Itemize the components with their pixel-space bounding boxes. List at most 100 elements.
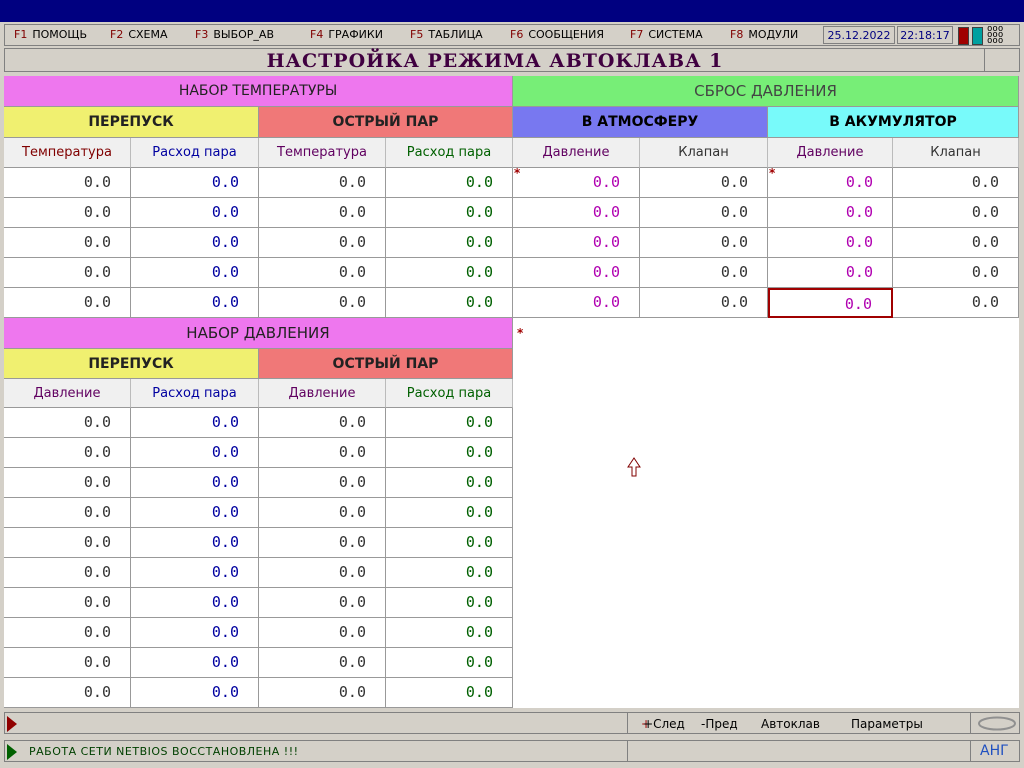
value-cell[interactable]: 0.0 — [259, 558, 386, 588]
value-cell[interactable]: 0.0 — [640, 288, 768, 318]
disk-icon[interactable] — [977, 716, 1017, 731]
value-cell[interactable]: 0.0 — [513, 198, 640, 228]
status-dots-icon: ooo ooo ooo — [987, 24, 1004, 46]
next-button[interactable]: ++След — [641, 717, 685, 731]
value-cell[interactable]: 0.0 — [4, 588, 131, 618]
value-cell[interactable]: 0.0 — [768, 228, 893, 258]
value-cell[interactable]: 0.0 — [768, 168, 893, 198]
value-cell[interactable]: 0.0 — [386, 228, 513, 258]
value-cell[interactable]: 0.0 — [4, 528, 131, 558]
value-cell[interactable]: 0.0 — [259, 588, 386, 618]
value-cell[interactable]: 0.0 — [513, 288, 640, 318]
value-cell[interactable]: 0.0 — [386, 498, 513, 528]
value-cell[interactable]: 0.0 — [640, 198, 768, 228]
value-cell[interactable]: 0.0 — [259, 438, 386, 468]
value-cell[interactable]: 0.0 — [386, 588, 513, 618]
value-cell[interactable]: 0.0 — [386, 648, 513, 678]
value-cell[interactable]: 0.0 — [4, 258, 131, 288]
autoclave-button[interactable]: Автоклав — [761, 717, 820, 731]
value-cell[interactable]: 0.0 — [259, 288, 386, 318]
value-cell[interactable]: 0.0 — [131, 558, 259, 588]
menu-select-autoclave[interactable]: F3 ВЫБОР_АВ — [195, 28, 274, 41]
col-header: Температура — [259, 138, 386, 168]
menu-graphs[interactable]: F4 ГРАФИКИ — [310, 28, 383, 41]
value-cell[interactable]: 0.0 — [131, 228, 259, 258]
value-cell[interactable]: 0.0 — [4, 468, 131, 498]
value-cell[interactable]: 0.0 — [131, 258, 259, 288]
value-cell[interactable]: 0.0 — [259, 408, 386, 438]
value-cell[interactable]: 0.0 — [4, 198, 131, 228]
value-cell[interactable]: 0.0 — [640, 228, 768, 258]
value-cell[interactable]: 0.0 — [259, 228, 386, 258]
value-cell[interactable]: 0.0 — [131, 588, 259, 618]
value-cell[interactable]: 0.0 — [131, 168, 259, 198]
prev-button[interactable]: -Пред — [701, 717, 738, 731]
value-cell[interactable]: 0.0 — [259, 618, 386, 648]
value-cell[interactable]: 0.0 — [893, 168, 1019, 198]
value-cell[interactable]: 0.0 — [768, 258, 893, 288]
value-cell[interactable]: 0.0 — [386, 408, 513, 438]
status-bar: РАБОТА СЕТИ NETBIOS ВОССТАНОВЛЕНА !!! АН… — [4, 740, 1020, 762]
value-cell[interactable]: 0.0 — [386, 678, 513, 708]
value-cell[interactable]: 0.0 — [131, 198, 259, 228]
value-cell[interactable]: 0.0 — [259, 198, 386, 228]
value-cell[interactable]: 0.0 — [768, 198, 893, 228]
value-cell[interactable]: 0.0 — [131, 648, 259, 678]
value-cell[interactable]: 0.0 — [4, 498, 131, 528]
menu-system[interactable]: F7 СИСТЕМА — [630, 28, 703, 41]
value-cell[interactable]: 0.0 — [386, 468, 513, 498]
value-cell[interactable]: 0.0 — [4, 678, 131, 708]
value-cell[interactable]: 0.0 — [386, 438, 513, 468]
selected-value-cell[interactable]: 0.0 — [768, 288, 893, 318]
value-cell[interactable]: 0.0 — [131, 438, 259, 468]
value-cell[interactable]: 0.0 — [4, 438, 131, 468]
menu-key: F1 — [14, 28, 28, 41]
menu-messages[interactable]: F6 СООБЩЕНИЯ — [510, 28, 604, 41]
value-cell[interactable]: 0.0 — [259, 528, 386, 558]
value-cell[interactable]: 0.0 — [386, 288, 513, 318]
value-cell[interactable]: 0.0 — [4, 228, 131, 258]
value-cell[interactable]: 0.0 — [386, 258, 513, 288]
value-cell[interactable]: 0.0 — [4, 558, 131, 588]
value-cell[interactable]: 0.0 — [259, 468, 386, 498]
value-cell[interactable]: 0.0 — [131, 408, 259, 438]
menu-scheme[interactable]: F2 СХЕМА — [110, 28, 168, 41]
value-cell[interactable]: 0.0 — [640, 168, 768, 198]
menu-bar: F1 ПОМОЩЬ F2 СХЕМА F3 ВЫБОР_АВ F4 ГРАФИКИ F5… — [4, 24, 1020, 46]
value-cell[interactable]: 0.0 — [131, 468, 259, 498]
value-cell[interactable]: 0.0 — [259, 258, 386, 288]
language-indicator[interactable]: АНГ — [980, 743, 1009, 759]
value-cell[interactable]: 0.0 — [513, 228, 640, 258]
value-cell[interactable]: 0.0 — [4, 168, 131, 198]
value-cell[interactable]: 0.0 — [4, 408, 131, 438]
value-cell[interactable]: 0.0 — [4, 618, 131, 648]
value-cell[interactable]: 0.0 — [131, 528, 259, 558]
value-cell[interactable]: 0.0 — [513, 258, 640, 288]
value-cell[interactable]: 0.0 — [893, 198, 1019, 228]
value-cell[interactable]: 0.0 — [893, 228, 1019, 258]
value-cell[interactable]: 0.0 — [259, 168, 386, 198]
value-cell[interactable]: 0.0 — [131, 288, 259, 318]
value-cell[interactable]: 0.0 — [259, 498, 386, 528]
value-cell[interactable]: 0.0 — [513, 168, 640, 198]
value-cell[interactable]: 0.0 — [386, 168, 513, 198]
parameters-button[interactable]: Параметры — [851, 717, 923, 731]
time-display: 22:18:17 — [897, 26, 953, 44]
value-cell[interactable]: 0.0 — [386, 198, 513, 228]
value-cell[interactable]: 0.0 — [386, 618, 513, 648]
value-cell[interactable]: 0.0 — [386, 558, 513, 588]
value-cell[interactable]: 0.0 — [131, 678, 259, 708]
value-cell[interactable]: 0.0 — [4, 648, 131, 678]
menu-table[interactable]: F5 ТАБЛИЦА — [410, 28, 483, 41]
value-cell[interactable]: 0.0 — [893, 258, 1019, 288]
menu-modules[interactable]: F8 МОДУЛИ — [730, 28, 798, 41]
value-cell[interactable]: 0.0 — [4, 288, 131, 318]
value-cell[interactable]: 0.0 — [259, 648, 386, 678]
menu-help[interactable]: F1 ПОМОЩЬ — [14, 28, 87, 41]
value-cell[interactable]: 0.0 — [131, 618, 259, 648]
value-cell[interactable]: 0.0 — [640, 258, 768, 288]
value-cell[interactable]: 0.0 — [131, 498, 259, 528]
value-cell[interactable]: 0.0 — [386, 528, 513, 558]
value-cell[interactable]: 0.0 — [259, 678, 386, 708]
value-cell[interactable]: 0.0 — [893, 288, 1019, 318]
